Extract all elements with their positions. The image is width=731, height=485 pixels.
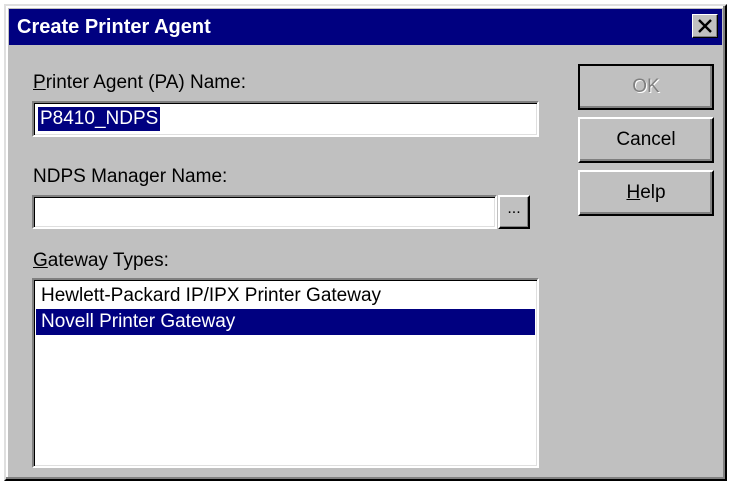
help-button-label: elp [640,182,666,203]
cancel-button-label: Cancel [616,129,676,150]
pa-name-label-accel: P [33,72,46,93]
close-icon [698,19,712,33]
close-button[interactable] [692,14,718,38]
pa-name-label-text: rinter Agent (PA) Name: [45,72,246,93]
gateway-label-text: ateway Types: [47,250,169,271]
manager-name-input[interactable] [32,195,497,229]
manager-name-label: NDPS Manager Name: [33,166,228,187]
cancel-button[interactable]: Cancel [578,117,714,163]
gateway-label-accel: G [33,250,48,271]
window-title: Create Printer Agent [17,16,211,38]
browse-manager-button[interactable]: ... [498,195,530,229]
title-bar: Create Printer Agent [9,9,722,45]
gateway-types-label: Gateway Types: [33,250,169,272]
help-button-accel: H [626,182,641,203]
gateway-types-list[interactable]: Hewlett-Packard IP/IPX Printer Gateway N… [32,278,539,468]
help-button[interactable]: Help [578,170,714,216]
pa-name-value: P8410_NDPS [36,106,162,132]
list-item[interactable]: Hewlett-Packard IP/IPX Printer Gateway [36,283,535,309]
list-item[interactable]: Novell Printer Gateway [36,309,535,335]
pa-name-label: Printer Agent (PA) Name: [33,72,246,94]
pa-name-input[interactable]: P8410_NDPS [32,101,539,137]
ok-button[interactable]: OK [578,64,714,110]
ok-button-label: OK [632,76,660,97]
create-printer-agent-dialog: Create Printer Agent Printer Agent (PA) … [4,4,727,481]
